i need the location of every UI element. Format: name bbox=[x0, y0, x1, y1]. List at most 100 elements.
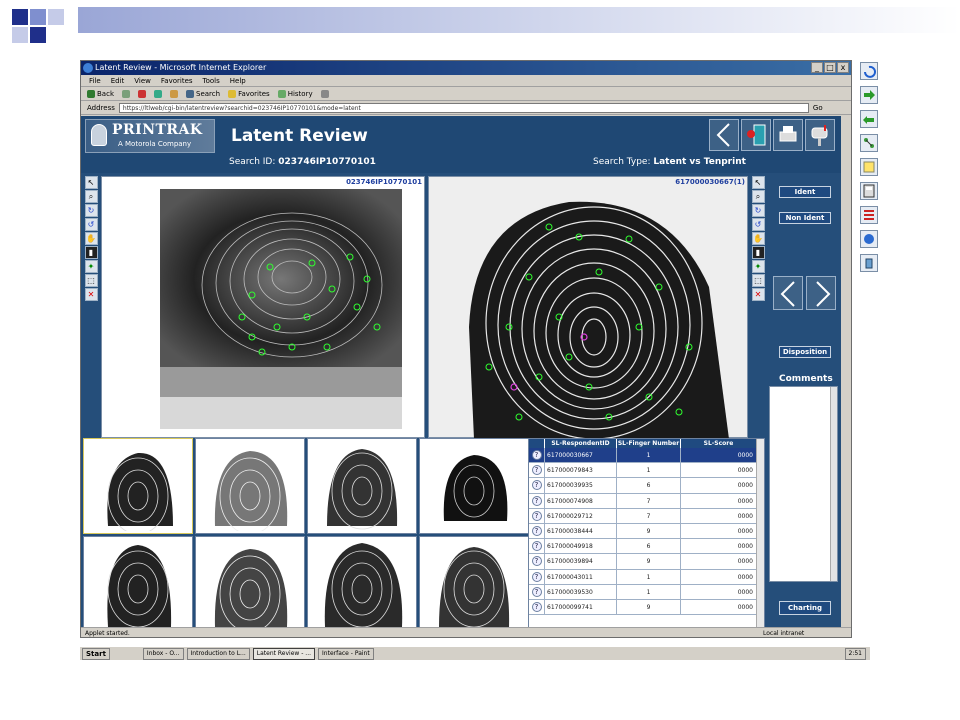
close-button[interactable]: x bbox=[837, 62, 849, 73]
back-button[interactable]: Back bbox=[87, 87, 114, 101]
menu-help[interactable]: Help bbox=[230, 75, 246, 86]
network-icon[interactable] bbox=[860, 134, 878, 152]
rotate-ccw-icon[interactable]: ↺ bbox=[84, 218, 98, 231]
calculator-icon[interactable] bbox=[860, 182, 878, 200]
col-score[interactable]: SL-Score bbox=[681, 439, 757, 448]
tenprint-image-pane[interactable]: 617000030667(1) bbox=[428, 176, 748, 439]
mail-button[interactable] bbox=[320, 89, 329, 98]
row-icon-cell[interactable]: ? bbox=[529, 508, 545, 523]
thumbnail[interactable] bbox=[307, 536, 417, 632]
minutiae-icon[interactable]: ✦ bbox=[84, 260, 98, 273]
rotate-cw-icon[interactable]: ↻ bbox=[84, 204, 98, 217]
ident-button[interactable]: Ident bbox=[779, 186, 831, 198]
table-row[interactable]: ? 617000043011 1 0000 bbox=[529, 569, 764, 585]
taskbar-item[interactable]: Inbox - O... bbox=[142, 647, 184, 660]
pointer-icon[interactable]: ↖ bbox=[751, 176, 765, 189]
menu-view[interactable]: View bbox=[134, 75, 151, 86]
row-icon-cell[interactable]: ? bbox=[529, 523, 545, 539]
invert-icon[interactable]: ▮ bbox=[84, 246, 98, 259]
note-icon[interactable] bbox=[860, 158, 878, 176]
taskbar-item-active[interactable]: Latent Review - ... bbox=[252, 647, 316, 660]
results-scrollbar[interactable] bbox=[756, 439, 764, 630]
forward-button[interactable] bbox=[122, 89, 130, 98]
row-icon-cell[interactable]: ? bbox=[529, 463, 545, 478]
mailbox-button[interactable] bbox=[805, 119, 835, 151]
table-row[interactable]: ? 617000039530 1 0000 bbox=[529, 584, 764, 600]
address-input[interactable]: https://ltlweb/cgi-bin/latentreview?sear… bbox=[118, 102, 809, 113]
menu-tools[interactable]: Tools bbox=[203, 75, 220, 86]
hand-pan-icon[interactable]: ✋ bbox=[751, 232, 765, 245]
exit-door-button[interactable] bbox=[741, 119, 771, 151]
return-icon[interactable] bbox=[860, 110, 878, 128]
rotate-ccw-icon[interactable]: ↺ bbox=[751, 218, 765, 231]
maximize-button[interactable]: □ bbox=[824, 62, 836, 73]
menu-edit[interactable]: Edit bbox=[111, 75, 125, 86]
taskbar-item[interactable]: Introduction to L... bbox=[186, 647, 250, 660]
row-icon-cell[interactable]: ? bbox=[529, 584, 545, 599]
delete-icon[interactable]: ✕ bbox=[751, 288, 765, 301]
thumbnail[interactable] bbox=[307, 438, 417, 534]
hand-pan-icon[interactable]: ✋ bbox=[84, 232, 98, 245]
row-icon-cell[interactable]: ? bbox=[529, 478, 545, 493]
invert-icon[interactable]: ▮ bbox=[751, 246, 765, 259]
table-row[interactable]: ? 617000079843 1 0000 bbox=[529, 463, 764, 479]
refresh-icon[interactable] bbox=[860, 62, 878, 80]
start-button[interactable]: Start bbox=[82, 647, 110, 660]
home-button[interactable] bbox=[170, 89, 178, 98]
window-titlebar[interactable]: Latent Review - Microsoft Internet Explo… bbox=[81, 61, 851, 75]
row-icon-cell[interactable]: ? bbox=[529, 539, 545, 554]
arrow-right-icon[interactable] bbox=[860, 86, 878, 104]
minutiae-icon[interactable]: ✦ bbox=[751, 260, 765, 273]
col-respondent-id[interactable]: SL-RespondentID bbox=[545, 439, 617, 448]
thumbnail[interactable] bbox=[195, 438, 305, 534]
table-row[interactable]: ? 617000038444 9 0000 bbox=[529, 523, 764, 540]
comments-scrollbar[interactable] bbox=[830, 387, 837, 581]
thumbnail[interactable] bbox=[83, 536, 193, 632]
stop-button[interactable] bbox=[138, 89, 146, 98]
globe-icon[interactable] bbox=[860, 230, 878, 248]
print-button[interactable] bbox=[773, 119, 803, 151]
list-icon[interactable] bbox=[860, 206, 878, 224]
minimize-button[interactable]: _ bbox=[811, 62, 823, 73]
history-button[interactable]: History bbox=[277, 87, 313, 101]
latent-image-pane[interactable]: 023746IP10770101 bbox=[101, 176, 425, 438]
delete-icon[interactable]: ✕ bbox=[84, 288, 98, 301]
row-icon-cell[interactable]: ? bbox=[529, 569, 545, 584]
next-candidate-button[interactable] bbox=[806, 276, 836, 310]
charting-button[interactable]: Charting bbox=[779, 601, 831, 615]
thumbnail[interactable] bbox=[419, 536, 529, 632]
disposition-button[interactable]: Disposition bbox=[779, 346, 831, 358]
search-button[interactable]: Search bbox=[186, 87, 220, 101]
zoom-icon[interactable]: ⌕ bbox=[84, 190, 98, 203]
rotate-cw-icon[interactable]: ↻ bbox=[751, 204, 765, 217]
row-icon-cell[interactable]: ? bbox=[529, 599, 545, 615]
zoom-icon[interactable]: ⌕ bbox=[751, 190, 765, 203]
table-row[interactable]: ? 617000039894 9 0000 bbox=[529, 554, 764, 570]
thumbnail[interactable] bbox=[419, 438, 529, 534]
table-row[interactable]: ? 617000039935 6 0000 bbox=[529, 478, 764, 494]
row-icon-cell[interactable]: ? bbox=[529, 493, 545, 508]
go-button[interactable]: Go bbox=[813, 101, 823, 115]
row-icon-cell[interactable]: ? bbox=[529, 448, 545, 463]
trash-icon[interactable] bbox=[860, 254, 878, 272]
table-row[interactable]: ? 617000049918 6 0000 bbox=[529, 539, 764, 555]
menu-file[interactable]: File bbox=[89, 75, 101, 86]
thumbnail[interactable] bbox=[83, 438, 193, 534]
thumbnail[interactable] bbox=[195, 536, 305, 632]
non-ident-button[interactable]: Non Ident bbox=[779, 212, 831, 224]
select-area-icon[interactable]: ⬚ bbox=[751, 274, 765, 287]
refresh-button[interactable] bbox=[154, 89, 162, 98]
select-area-icon[interactable]: ⬚ bbox=[84, 274, 98, 287]
table-row[interactable]: ? 617000029712 7 0000 bbox=[529, 508, 764, 524]
comments-textarea[interactable] bbox=[769, 386, 838, 582]
favorites-button[interactable]: Favorites bbox=[228, 87, 270, 101]
pointer-icon[interactable]: ↖ bbox=[84, 176, 98, 189]
col-finger-number[interactable]: SL-Finger Number bbox=[617, 439, 681, 448]
row-icon-cell[interactable]: ? bbox=[529, 554, 545, 569]
table-row[interactable]: ? 617000030667 1 0000 bbox=[529, 448, 764, 464]
taskbar-item[interactable]: Interface - Paint bbox=[318, 647, 374, 660]
table-row[interactable]: ? 617000099741 9 0000 bbox=[529, 599, 764, 616]
prev-candidate-button[interactable] bbox=[773, 276, 803, 310]
table-row[interactable]: ? 617000074908 7 0000 bbox=[529, 493, 764, 509]
menu-favorites[interactable]: Favorites bbox=[161, 75, 193, 86]
